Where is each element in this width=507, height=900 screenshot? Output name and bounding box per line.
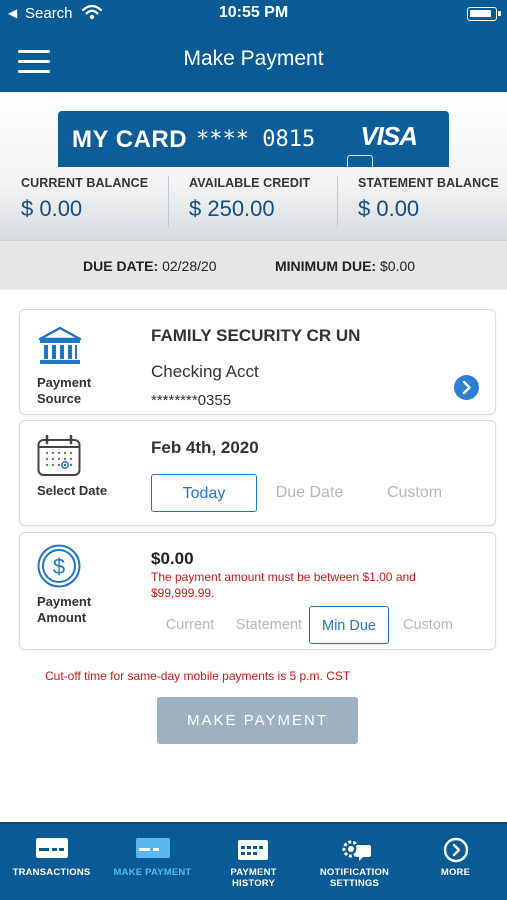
payment-source-label-line2: Source bbox=[37, 391, 82, 406]
current-balance: CURRENT BALANCE $ 0.00 bbox=[21, 176, 148, 232]
select-date-icon-col: Select Date bbox=[20, 421, 130, 525]
select-date-label: Select Date bbox=[37, 483, 108, 498]
card-number: **** 0815 bbox=[196, 127, 316, 152]
minimum-due-value: $0.00 bbox=[380, 258, 416, 274]
available-credit: AVAILABLE CREDIT $ 250.00 bbox=[189, 176, 310, 232]
history-calendar-icon bbox=[237, 837, 271, 866]
tab-notification-settings[interactable]: NOTIFICATION SETTINGS bbox=[304, 824, 405, 900]
account-number: ********0355 bbox=[151, 392, 232, 409]
status-time: 10:55 PM bbox=[218, 4, 289, 21]
gear-chat-icon bbox=[338, 837, 372, 868]
balances-row: CURRENT BALANCE $ 0.00 AVAILABLE CREDIT … bbox=[0, 168, 507, 238]
tab-payment-history-label-line1: PAYMENT bbox=[230, 867, 277, 878]
amount-validation-message: The payment amount must be between $1.00… bbox=[151, 570, 416, 600]
statement-balance: STATEMENT BALANCE $ 0.00 bbox=[358, 176, 499, 232]
account-type: Checking Acct bbox=[151, 362, 259, 381]
tab-payment-history[interactable]: PAYMENT HISTORY bbox=[203, 824, 304, 900]
tab-payment-history-label-line2: HISTORY bbox=[231, 878, 276, 889]
selected-date: Feb 4th, 2020 bbox=[151, 438, 259, 457]
bottom-tab-bar: TRANSACTIONS MAKE PAYMENT PAYMENT HISTOR… bbox=[0, 822, 507, 900]
amount-option-statement[interactable]: Statement bbox=[229, 606, 309, 644]
tab-notification-settings-label-line2: SETTINGS bbox=[329, 878, 380, 889]
tab-more-label: MORE bbox=[440, 867, 471, 878]
card-emblem-icon bbox=[347, 155, 373, 167]
minimum-due-label: MINIMUM DUE: bbox=[275, 258, 377, 274]
divider bbox=[337, 176, 338, 228]
card-list-icon bbox=[35, 837, 69, 864]
tab-transactions[interactable]: TRANSACTIONS bbox=[1, 824, 102, 900]
visa-logo: VISA bbox=[360, 121, 418, 151]
current-balance-label: CURRENT BALANCE bbox=[21, 176, 149, 190]
tab-notification-settings-label: NOTIFICATION SETTINGS bbox=[304, 867, 405, 889]
payment-source-icon-col: Payment Source bbox=[20, 310, 130, 414]
minimum-due: MINIMUM DUE: $0.00 bbox=[275, 258, 415, 274]
available-credit-label: AVAILABLE CREDIT bbox=[189, 176, 311, 190]
amount-option-custom[interactable]: Custom bbox=[389, 606, 467, 644]
calendar-icon bbox=[37, 434, 81, 482]
date-option-selector: Today Due Date Custom bbox=[151, 474, 467, 512]
credit-card-banner: MY CARD **** 0815 VISA bbox=[58, 111, 449, 167]
chevron-right-icon[interactable] bbox=[454, 375, 479, 400]
amount-option-current[interactable]: Current bbox=[151, 606, 229, 644]
date-option-custom[interactable]: Custom bbox=[362, 474, 467, 512]
card-icon bbox=[135, 837, 171, 864]
payment-amount-icon-col: $ Payment Amount bbox=[20, 533, 130, 649]
make-payment-button[interactable]: MAKE PAYMENT bbox=[157, 697, 358, 744]
payment-amount-label: Payment Amount bbox=[37, 594, 91, 626]
payment-source-label: Payment Source bbox=[37, 375, 91, 407]
card-summary: MY CARD **** 0815 VISA CURRENT BALANCE $… bbox=[0, 92, 507, 240]
date-option-due-date[interactable]: Due Date bbox=[257, 474, 362, 512]
cutoff-notice: Cut-off time for same-day mobile payment… bbox=[45, 669, 351, 683]
due-date-label: DUE DATE: bbox=[83, 258, 159, 274]
card-name: MY CARD bbox=[72, 126, 188, 153]
select-date-panel: Select Date Feb 4th, 2020 Today Due Date… bbox=[19, 420, 496, 526]
available-credit-value: $ 250.00 bbox=[189, 196, 275, 221]
divider bbox=[168, 176, 169, 228]
bank-icon bbox=[37, 326, 83, 371]
payment-amount-label-line2: Amount bbox=[37, 610, 87, 625]
payment-source-panel[interactable]: Payment Source FAMILY SECURITY CR UN Che… bbox=[19, 309, 496, 415]
statement-balance-label: STATEMENT BALANCE bbox=[358, 176, 499, 190]
tab-notification-settings-label-line1: NOTIFICATION bbox=[319, 867, 390, 878]
bank-name: FAMILY SECURITY CR UN bbox=[151, 326, 361, 345]
payment-amount-panel: $ Payment Amount $0.00 The payment amoun… bbox=[19, 532, 496, 650]
statement-balance-value: $ 0.00 bbox=[358, 196, 420, 221]
tab-make-payment[interactable]: MAKE PAYMENT bbox=[102, 824, 203, 900]
payment-amount-label-line1: Payment bbox=[37, 594, 92, 609]
due-date-value: 02/28/20 bbox=[162, 258, 217, 274]
tab-make-payment-label: MAKE PAYMENT bbox=[113, 867, 192, 878]
amount-option-min-due[interactable]: Min Due bbox=[309, 606, 389, 644]
tab-payment-history-label: PAYMENT HISTORY bbox=[203, 867, 304, 889]
amount-option-selector: Current Statement Min Due Custom bbox=[151, 606, 467, 644]
due-info-bar: DUE DATE: 02/28/20 MINIMUM DUE: $0.00 bbox=[0, 240, 507, 290]
svg-text:$: $ bbox=[53, 554, 65, 579]
payment-amount-value[interactable]: $0.00 bbox=[151, 549, 194, 569]
dollar-icon: $ bbox=[37, 544, 81, 593]
current-balance-value: $ 0.00 bbox=[21, 196, 83, 221]
tab-transactions-label: TRANSACTIONS bbox=[12, 867, 91, 878]
due-date: DUE DATE: 02/28/20 bbox=[83, 258, 217, 274]
top-bar: ◀ Search 10:55 PM Make Payment bbox=[0, 0, 507, 92]
payment-source-label-line1: Payment bbox=[37, 375, 92, 390]
chevron-right-circle-icon bbox=[443, 837, 469, 868]
status-bar: ◀ Search 10:55 PM bbox=[0, 0, 507, 28]
tab-more[interactable]: MORE bbox=[405, 824, 506, 900]
date-option-today[interactable]: Today bbox=[151, 474, 257, 512]
battery-icon bbox=[467, 7, 501, 21]
page-title: Make Payment bbox=[183, 47, 324, 70]
